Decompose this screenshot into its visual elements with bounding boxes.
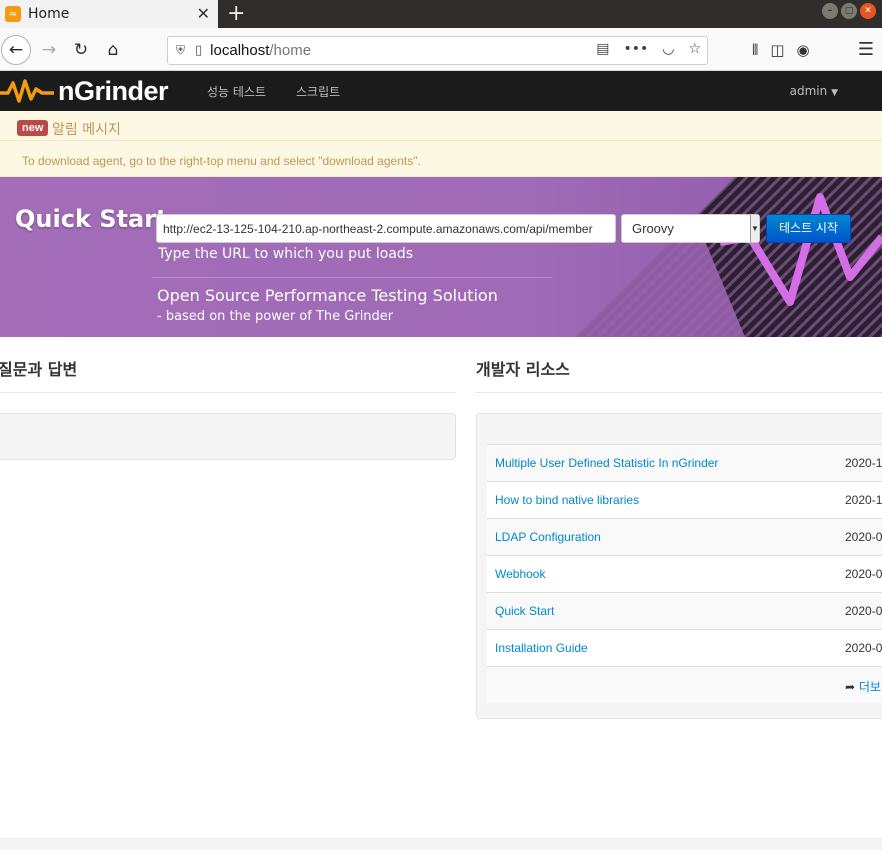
resource-date: 2020-0 [845,567,882,581]
url-host: localhost [210,42,270,59]
chevron-down-icon: ▼ [750,215,759,242]
more-row: ➦ 더보 [487,666,882,703]
banner-pulse-decoration-icon [575,177,882,337]
tab-close-icon[interactable]: ✕ [197,4,210,23]
banner-divider [152,277,552,278]
table-row: LDAP Configuration 2020-0 [487,518,882,555]
browser-toolbar: ← → ↻ ⌂ ⛨ ▯ localhost/home ▤ ••• ◡ ☆ ⫴ ◫… [0,28,882,71]
home-button[interactable]: ⌂ [98,35,128,65]
new-tab-button[interactable]: + [227,1,245,26]
resource-link[interactable]: Multiple User Defined Statistic In nGrin… [495,456,718,470]
hamburger-menu-icon[interactable]: ☰ [858,39,874,60]
resource-date: 2020-0 [845,604,882,618]
nav-performance-test[interactable]: 성능 테스트 [207,83,266,100]
qa-divider [0,392,456,393]
qa-title: 질문과 답변 [0,360,78,379]
ngrinder-logo[interactable]: nGrinder [0,75,169,107]
footer [0,838,882,850]
browser-tab-strip: ≈ Home ✕ + – ▢ ✕ [0,0,882,28]
brand-name: nGrinder [58,75,169,106]
alert-message: new 알림 메시지 To download agent, go to the … [0,111,882,177]
back-button[interactable]: ← [1,35,31,65]
tab-title: Home [28,6,70,22]
table-row: Installation Guide 2020-0 [487,629,882,666]
resource-link[interactable]: How to bind native libraries [495,493,639,507]
qa-list [0,413,456,460]
quick-start-banner: Quick Start http://ec2-13-125-104-210.ap… [0,177,882,337]
forward-button[interactable]: → [34,35,64,65]
table-row: How to bind native libraries 2020-1 [487,481,882,518]
start-test-button[interactable]: 테스트 시작 [766,214,851,243]
table-row: Multiple User Defined Statistic In nGrin… [487,444,882,481]
resource-date: 2020-1 [845,456,882,470]
url-hint: Type the URL to which you put loads [158,246,414,262]
resources-title: 개발자 리소스 [476,360,570,379]
site-header: nGrinder 성능 테스트 스크립트 admin ▼ [0,71,882,111]
resource-date: 2020-0 [845,641,882,655]
page-info-icon[interactable]: ▯ [195,43,202,58]
pulse-logo-icon [0,79,54,103]
tracking-shield-icon[interactable]: ⛨ [176,43,185,58]
alert-title[interactable]: 알림 메시지 [52,119,121,139]
ngrinder-favicon-icon: ≈ [5,6,21,22]
tagline: Open Source Performance Testing Solution [157,286,498,305]
page-actions-icon[interactable]: ••• [623,41,648,57]
user-name: admin [789,84,828,98]
library-icon[interactable]: ⫴ [752,41,758,59]
quick-start-title: Quick Start [15,205,168,233]
resource-link[interactable]: Installation Guide [495,641,588,655]
maximize-icon[interactable]: ▢ [841,3,857,19]
url-path: /home [269,42,312,59]
resource-date: 2020-1 [845,493,882,507]
account-icon[interactable]: ◉ [797,41,810,59]
minimize-icon[interactable]: – [822,3,838,19]
resource-link[interactable]: LDAP Configuration [495,530,601,544]
more-label: 더보 [858,680,881,694]
resource-link[interactable]: Quick Start [495,604,554,618]
bookmark-star-icon[interactable]: ☆ [688,41,701,57]
browser-tab[interactable]: ≈ Home ✕ [0,0,218,28]
new-badge: new [17,120,49,136]
sidebar-icon[interactable]: ◫ [770,41,784,59]
resource-date: 2020-0 [845,530,882,544]
tagline-sub: - based on the power of The Grinder [157,309,394,324]
table-row: Webhook 2020-0 [487,555,882,592]
resource-link[interactable]: Webhook [495,567,545,581]
alert-divider [0,140,882,141]
resources-divider [476,392,882,393]
table-row: Quick Start 2020-0 [487,592,882,629]
resources-table: Multiple User Defined Statistic In nGrin… [487,444,882,703]
share-arrow-icon: ➦ [845,680,856,694]
user-menu[interactable]: admin ▼ [790,84,838,98]
reader-view-icon[interactable]: ▤ [596,41,609,57]
more-link[interactable]: ➦ 더보 [845,678,881,695]
url-bar[interactable]: ⛨ ▯ localhost/home ▤ ••• ◡ ☆ [167,36,708,65]
window-controls: – ▢ ✕ [822,3,876,19]
chevron-down-icon: ▼ [831,88,838,98]
script-type-value: Groovy [632,221,674,236]
top-nav: 성능 테스트 스크립트 [207,83,340,100]
nav-script[interactable]: 스크립트 [296,83,340,100]
window-close-icon[interactable]: ✕ [860,3,876,19]
target-url-input[interactable]: http://ec2-13-125-104-210.ap-northeast-2… [156,214,616,243]
pocket-icon[interactable]: ◡ [662,41,674,57]
alert-text: To download agent, go to the right-top m… [22,154,421,168]
script-type-select[interactable]: Groovy ▼ [621,214,760,243]
reload-button[interactable]: ↻ [66,35,96,65]
